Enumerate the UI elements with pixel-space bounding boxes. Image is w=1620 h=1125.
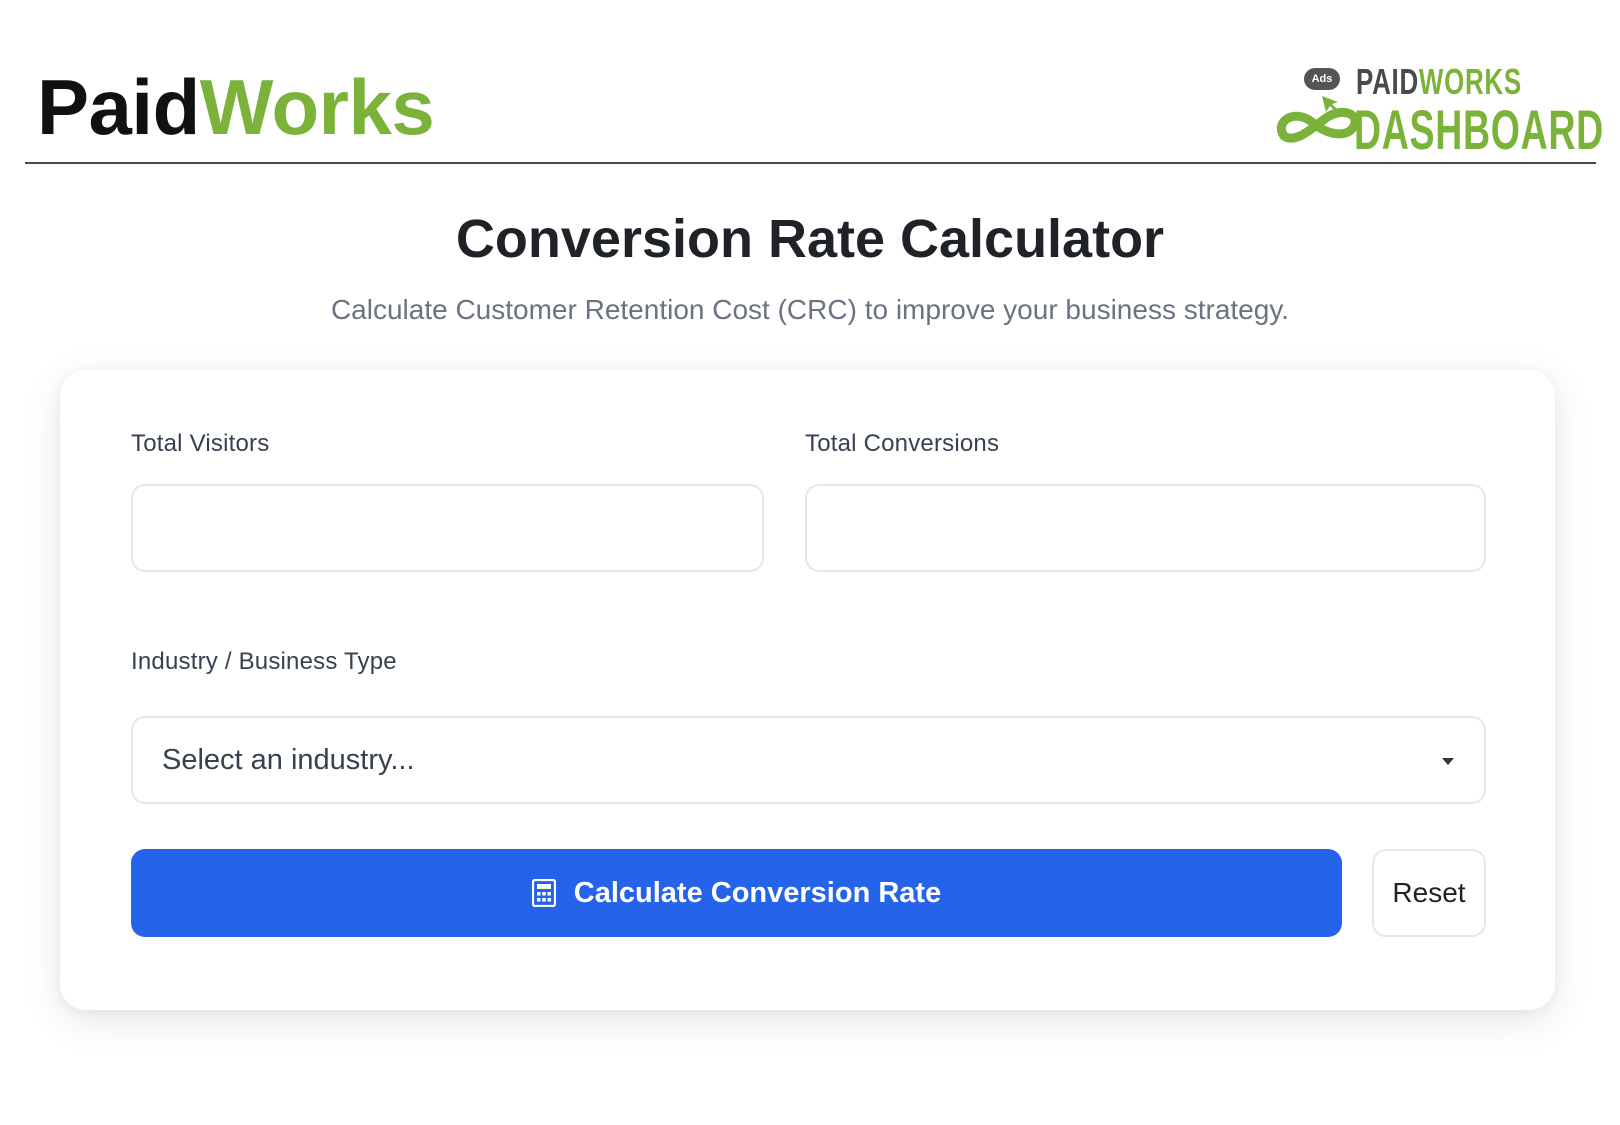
industry-select-value: Select an industry...: [162, 744, 415, 776]
brand-text-paid: Paid: [37, 63, 200, 151]
total-conversions-input[interactable]: [805, 484, 1486, 572]
total-visitors-input[interactable]: [131, 484, 764, 572]
logo-paidworks-text: PAIDWORKS: [1356, 64, 1522, 100]
calculate-button-label: Calculate Conversion Rate: [573, 876, 942, 909]
logo-dashboard-text: DASHBOARD: [1354, 98, 1604, 161]
brand-logo[interactable]: PaidWorks: [37, 68, 435, 146]
total-visitors-label: Total Visitors: [131, 430, 270, 457]
calculator-icon: [531, 879, 556, 907]
logo-top-paid: PAID: [1356, 61, 1419, 102]
ads-badge: Ads: [1304, 68, 1340, 90]
industry-label: Industry / Business Type: [131, 648, 397, 675]
site-header: PaidWorks Ads PAIDWORKS DASHBOARD: [25, 0, 1603, 164]
total-conversions-label: Total Conversions: [805, 430, 1000, 457]
calculator-card: Total Visitors Total Conversions Industr…: [60, 370, 1555, 1010]
infinity-loop-icon: [1276, 96, 1360, 143]
calculate-button[interactable]: Calculate Conversion Rate: [131, 849, 1342, 937]
page-title: Conversion Rate Calculator: [455, 209, 1165, 269]
industry-select[interactable]: Select an industry...: [131, 716, 1486, 804]
reset-button[interactable]: Reset: [1372, 849, 1486, 937]
caret-down-icon: [1442, 758, 1454, 765]
dashboard-logo[interactable]: Ads PAIDWORKS DASHBOARD: [1274, 60, 1603, 160]
logo-top-works: WORKS: [1418, 61, 1522, 102]
page-subtitle: Calculate Customer Retention Cost (CRC) …: [330, 294, 1290, 325]
brand-text-works: Works: [199, 63, 435, 151]
